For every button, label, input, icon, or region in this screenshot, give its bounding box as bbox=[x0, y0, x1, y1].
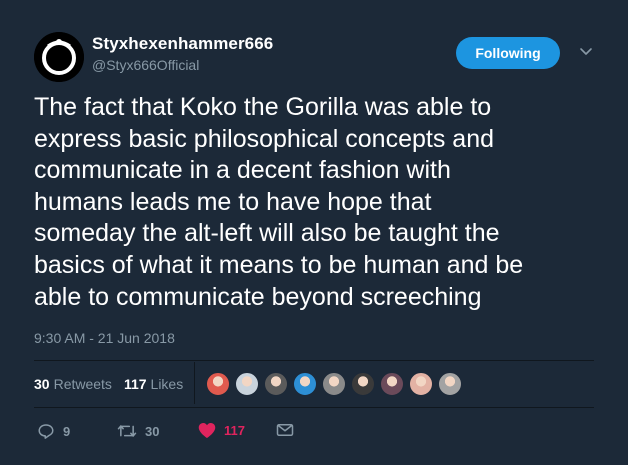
retweets-label: Retweets bbox=[53, 376, 112, 392]
liker-avatar[interactable] bbox=[438, 372, 462, 396]
following-button[interactable]: Following bbox=[456, 37, 560, 69]
author-handle[interactable]: @Styx666Official bbox=[92, 57, 199, 73]
divider bbox=[194, 362, 195, 404]
likes-stat[interactable]: 117 Likes bbox=[124, 376, 183, 392]
tweet-line: basics of what it means to be human and … bbox=[34, 250, 524, 279]
divider bbox=[34, 407, 594, 408]
message-icon bbox=[276, 424, 294, 436]
author-display-name[interactable]: Styxhexenhammer666 bbox=[92, 34, 273, 54]
reply-button[interactable]: 9 bbox=[37, 422, 70, 440]
reply-icon bbox=[38, 424, 54, 439]
tweet-line: humans leads me to have hope that bbox=[34, 187, 432, 216]
heart-icon bbox=[198, 423, 216, 438]
tweet-text: The fact that Koko the Gorilla was able … bbox=[34, 92, 604, 313]
tweet-line: able to communicate beyond screeching bbox=[34, 282, 482, 311]
liker-avatar[interactable] bbox=[380, 372, 404, 396]
retweet-button[interactable]: 30 bbox=[117, 422, 159, 440]
tweet-line: someday the alt-left will also be taught… bbox=[34, 219, 500, 248]
retweets-stat[interactable]: 30 Retweets bbox=[34, 376, 112, 392]
likes-label: Likes bbox=[150, 376, 184, 392]
like-count: 117 bbox=[224, 423, 245, 438]
liker-avatar[interactable] bbox=[235, 372, 259, 396]
tweet-line: express basic philosophical concepts and bbox=[34, 124, 494, 153]
liker-avatar[interactable] bbox=[322, 372, 346, 396]
retweet-icon bbox=[117, 425, 137, 437]
tweet-timestamp[interactable]: 9:30 AM - 21 Jun 2018 bbox=[34, 330, 175, 346]
like-button[interactable]: 117 bbox=[198, 422, 245, 439]
chevron-down-icon[interactable] bbox=[578, 44, 594, 60]
retweet-count: 30 bbox=[145, 423, 160, 439]
likes-count: 117 bbox=[123, 376, 147, 392]
liker-avatar[interactable] bbox=[409, 372, 433, 396]
ouroboros-logo-icon bbox=[34, 32, 84, 82]
engagement-stats: 30 Retweets 117 Likes bbox=[34, 376, 195, 392]
divider bbox=[34, 360, 594, 361]
reply-count: 9 bbox=[63, 423, 71, 439]
message-button[interactable] bbox=[276, 422, 294, 438]
tweet-line: The fact that Koko the Gorilla was able … bbox=[34, 93, 492, 121]
tweet-line: communicate in a decent fashion with bbox=[34, 156, 451, 185]
liker-avatar[interactable] bbox=[293, 372, 317, 396]
liker-avatar[interactable] bbox=[351, 372, 375, 396]
retweets-count: 30 bbox=[34, 376, 50, 392]
liker-avatars bbox=[206, 372, 467, 396]
liker-avatar[interactable] bbox=[206, 372, 230, 396]
liker-avatar[interactable] bbox=[264, 372, 288, 396]
avatar[interactable] bbox=[34, 32, 84, 82]
